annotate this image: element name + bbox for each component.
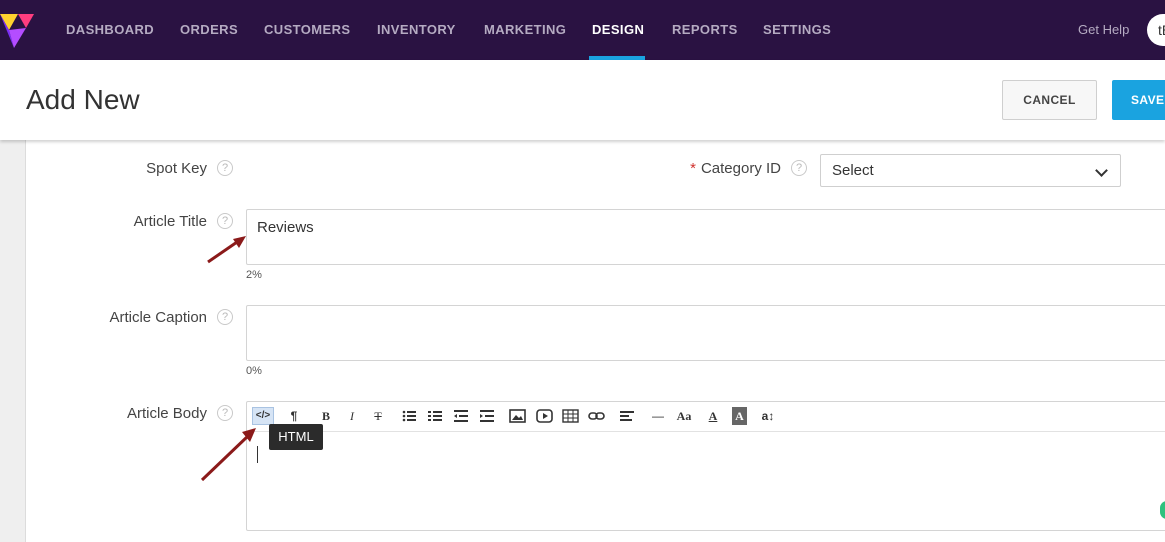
save-button[interactable]: SAVE xyxy=(1112,80,1165,120)
category-id-value: Select xyxy=(832,162,874,179)
nav-settings[interactable]: SETTINGS xyxy=(763,0,831,60)
nav-marketing[interactable]: MARKETING xyxy=(484,0,566,60)
user-avatar[interactable]: tE xyxy=(1147,14,1165,46)
video-icon[interactable] xyxy=(536,407,553,425)
link-icon[interactable] xyxy=(588,407,605,425)
article-caption-counter: 0% xyxy=(246,365,262,377)
numbered-list-icon[interactable] xyxy=(427,407,443,425)
annotation-arrow-html xyxy=(200,428,256,482)
nav-orders[interactable]: ORDERS xyxy=(180,0,238,60)
html-icon[interactable]: </> xyxy=(252,407,274,425)
rich-text-editor[interactable]: </> ¶ B I T — Aa A A a↕ xyxy=(246,401,1165,531)
article-body-help-icon[interactable]: ? xyxy=(217,405,233,421)
chat-widget-icon[interactable] xyxy=(1160,501,1165,519)
horizontal-rule-icon[interactable]: — xyxy=(649,407,667,425)
spot-key-help-icon[interactable]: ? xyxy=(217,160,233,176)
article-title-label: Article Title xyxy=(133,213,207,230)
article-title-counter: 2% xyxy=(246,269,262,281)
font-size-icon[interactable]: a↕ xyxy=(758,407,778,425)
article-caption-input[interactable] xyxy=(246,305,1165,361)
article-caption-label: Article Caption xyxy=(109,309,207,326)
image-icon[interactable] xyxy=(509,407,526,425)
get-help-link[interactable]: Get Help xyxy=(1078,0,1129,60)
article-title-help-icon[interactable]: ? xyxy=(217,213,233,229)
font-icon[interactable]: Aa xyxy=(673,407,695,425)
article-caption-help-icon[interactable]: ? xyxy=(217,309,233,325)
top-navigation: DASHBOARD ORDERS CUSTOMERS INVENTORY MAR… xyxy=(0,0,1165,60)
outdent-icon[interactable] xyxy=(453,407,469,425)
chevron-down-icon xyxy=(1095,164,1108,177)
nav-design[interactable]: DESIGN xyxy=(592,0,644,60)
italic-icon[interactable]: I xyxy=(345,407,359,425)
background-color-icon[interactable]: A xyxy=(732,407,747,425)
cancel-button[interactable]: CANCEL xyxy=(1002,80,1097,120)
strikethrough-icon[interactable]: T xyxy=(371,407,385,425)
page-title: Add New xyxy=(26,84,140,115)
table-icon[interactable] xyxy=(562,407,579,425)
align-icon[interactable] xyxy=(619,407,635,425)
annotation-arrow-title xyxy=(207,236,246,264)
category-id-select[interactable]: Select xyxy=(820,154,1121,187)
nav-dashboard[interactable]: DASHBOARD xyxy=(66,0,154,60)
brand-logo-icon[interactable] xyxy=(0,12,34,50)
category-id-label-text: Category ID xyxy=(700,160,781,177)
font-color-icon[interactable]: A xyxy=(706,407,720,425)
indent-icon[interactable] xyxy=(479,407,495,425)
bullet-list-icon[interactable] xyxy=(401,407,417,425)
nav-inventory[interactable]: INVENTORY xyxy=(377,0,456,60)
article-title-input[interactable]: Reviews xyxy=(246,209,1165,265)
nav-reports[interactable]: REPORTS xyxy=(672,0,738,60)
spot-key-label: Spot Key xyxy=(146,160,207,177)
required-marker: * xyxy=(690,160,696,177)
left-gutter xyxy=(0,140,26,542)
bold-icon[interactable]: B xyxy=(319,407,333,425)
editor-toolbar: </> ¶ B I T — Aa A A a↕ xyxy=(247,402,1165,432)
html-tooltip: HTML xyxy=(269,424,323,450)
article-body-label: Article Body xyxy=(126,405,207,422)
paragraph-icon[interactable]: ¶ xyxy=(287,407,301,425)
page-header: Add New CANCEL SAVE xyxy=(0,60,1165,140)
category-id-label: * Category ID xyxy=(600,160,781,177)
category-id-help-icon[interactable]: ? xyxy=(791,160,807,176)
nav-customers[interactable]: CUSTOMERS xyxy=(264,0,350,60)
